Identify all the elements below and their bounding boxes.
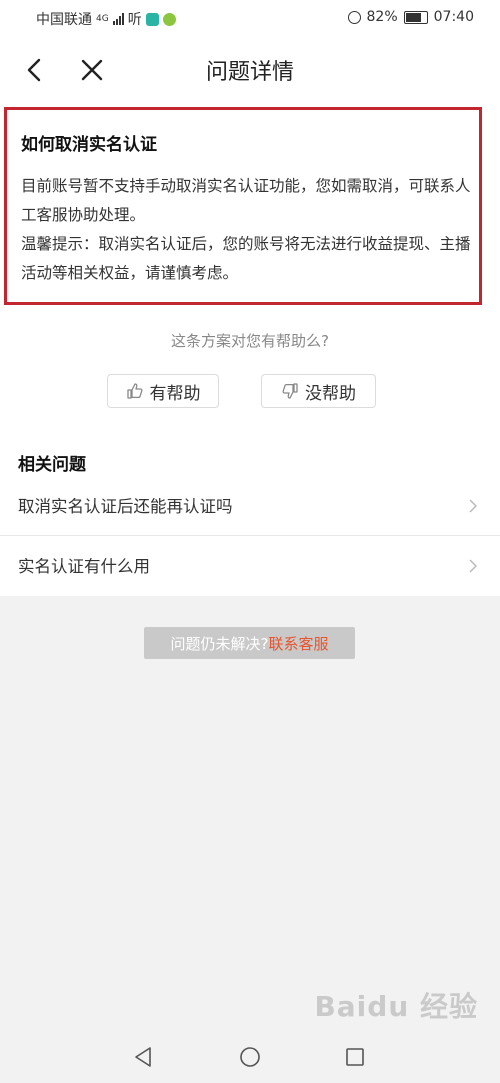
status-bar: 中国联通 4G 听 82% 07:40 <box>0 0 500 34</box>
unhelpful-button[interactable]: 没帮助 <box>261 374 376 408</box>
thumbs-down-icon <box>282 383 298 399</box>
battery-percent: 82% <box>366 9 398 25</box>
feedback-prompt: 这条方案对您有帮助么? <box>171 332 329 350</box>
clock: 07:40 <box>433 9 474 25</box>
answer-tip: 温馨提示：取消实名认证后，您的账号将无法进行收益提现、主播活动等相关权益，请谨慎… <box>21 235 471 282</box>
signal-icon <box>112 13 124 25</box>
unhelpful-label: 没帮助 <box>305 383 356 404</box>
answer-body: 目前账号暂不支持手动取消实名认证功能，您如需取消，可联系人工客服协助处理。 温馨… <box>21 172 473 288</box>
baidu-watermark: Baidu 经验 <box>314 990 478 1023</box>
app-notification-icon <box>145 12 159 26</box>
circle-home-icon <box>240 1047 260 1067</box>
related-item[interactable]: 取消实名认证后还能再认证吗 <box>0 477 500 535</box>
related-item[interactable]: 实名认证有什么用 <box>0 537 500 595</box>
related-heading: 相关问题 <box>18 455 86 475</box>
chevron-right-icon <box>469 499 478 513</box>
square-recent-icon <box>346 1048 364 1066</box>
unresolved-bar: 问题仍未解决? 联系客服 <box>144 627 355 659</box>
answer-paragraph: 目前账号暂不支持手动取消实名认证功能，您如需取消，可联系人工客服协助处理。 <box>21 177 471 224</box>
app-badge-text: 听 <box>127 12 142 28</box>
network-type: 4G <box>96 14 109 24</box>
system-nav-bar <box>0 1031 500 1083</box>
nav-home-button[interactable] <box>238 1045 262 1069</box>
status-right: 82% 07:40 <box>347 9 474 25</box>
triangle-back-icon <box>135 1047 151 1067</box>
page-title: 问题详情 <box>205 60 294 85</box>
thumbs-up-icon <box>126 383 143 399</box>
divider <box>0 535 500 536</box>
alarm-icon <box>347 10 361 24</box>
status-left: 中国联通 4G 听 <box>36 9 176 29</box>
header: 问题详情 <box>0 40 500 100</box>
nav-back-button[interactable] <box>132 1045 156 1069</box>
app-notification-icon-2 <box>162 12 176 26</box>
related-item-label: 实名认证有什么用 <box>18 557 150 576</box>
battery-icon <box>403 10 428 24</box>
answer-card: 如何取消实名认证 目前账号暂不支持手动取消实名认证功能，您如需取消，可联系人工客… <box>4 107 482 305</box>
carrier-name: 中国联通 <box>36 12 92 28</box>
contact-service-link[interactable]: 联系客服 <box>268 633 328 654</box>
answer-title: 如何取消实名认证 <box>21 135 157 155</box>
chevron-right-icon <box>469 559 478 573</box>
related-item-label: 取消实名认证后还能再认证吗 <box>18 497 233 516</box>
unresolved-text: 问题仍未解决? <box>170 634 269 653</box>
helpful-button[interactable]: 有帮助 <box>107 374 219 408</box>
nav-recent-button[interactable] <box>343 1045 367 1069</box>
helpful-label: 有帮助 <box>149 383 201 404</box>
